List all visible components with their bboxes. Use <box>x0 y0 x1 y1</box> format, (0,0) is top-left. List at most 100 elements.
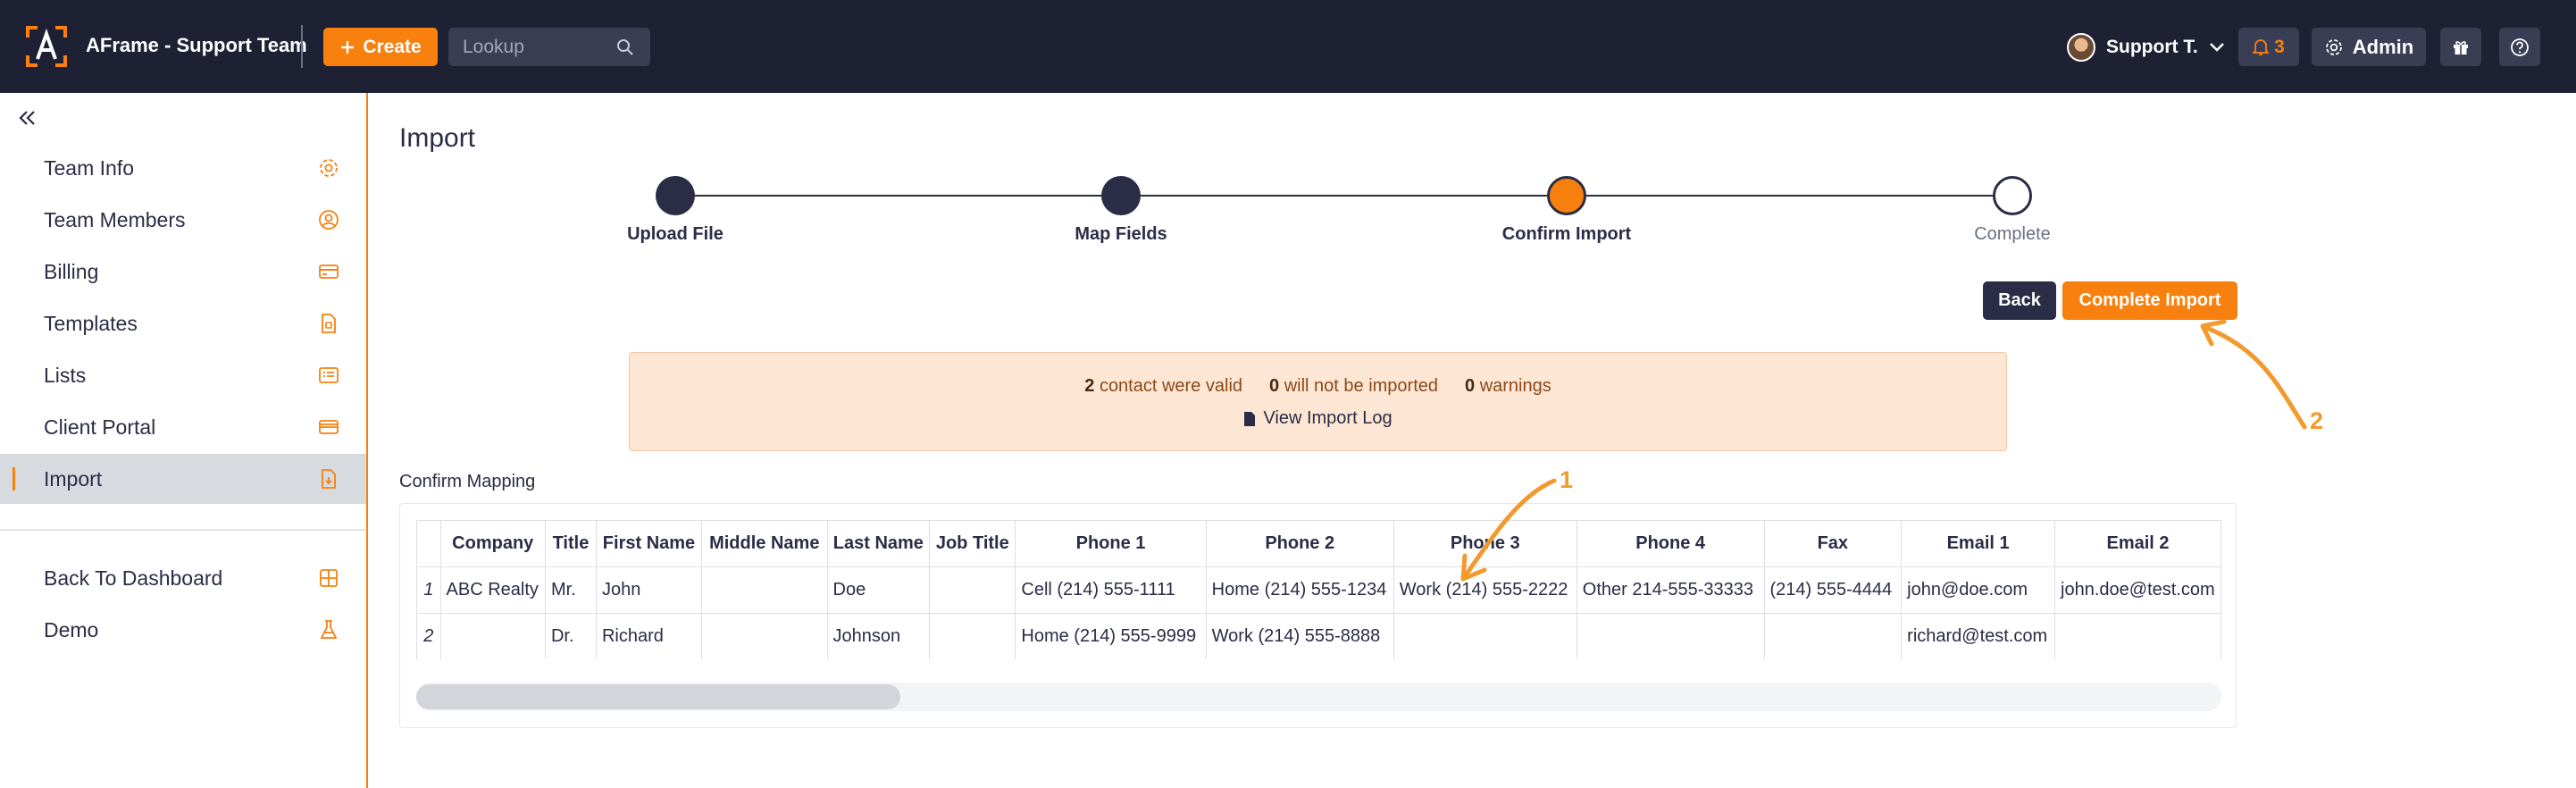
sidebar-item-billing[interactable]: Billing <box>0 247 366 297</box>
table-cell: john.doe@test.com <box>2054 566 2221 614</box>
table-cell: Home (214) 555-9999 <box>1015 613 1207 659</box>
gift-button[interactable] <box>2440 28 2481 66</box>
table-cell <box>1576 613 1765 659</box>
lookup-box[interactable] <box>448 28 650 66</box>
horizontal-scrollbar[interactable] <box>416 683 2221 711</box>
create-button[interactable]: Create <box>323 28 438 66</box>
notifications-button[interactable]: 3 <box>2238 28 2299 66</box>
search-icon[interactable] <box>616 38 634 56</box>
column-header: Company <box>439 520 546 567</box>
column-header: Email 2 <box>2054 520 2221 567</box>
list-icon <box>319 367 339 383</box>
user-menu[interactable]: Support T. <box>2067 32 2225 63</box>
sidebar-item-label: Client Portal <box>44 415 156 439</box>
sidebar-divider <box>0 529 366 531</box>
chevron-down-icon <box>2209 43 2224 52</box>
flask-icon <box>320 620 338 639</box>
file-icon <box>1244 411 1256 426</box>
step-label-confirm-import: Confirm Import <box>1501 224 1632 244</box>
gear-icon <box>2325 38 2342 55</box>
sidebar-item-import[interactable]: Import <box>0 454 366 504</box>
column-header: First Name <box>595 520 703 567</box>
notification-count: 3 <box>2274 36 2285 57</box>
table-cell <box>701 613 828 659</box>
stepper-line <box>675 195 2013 197</box>
table-cell: Other 214-555-33333 <box>1576 566 1765 614</box>
table-cell <box>1393 613 1577 659</box>
annotation-arrowhead-2 <box>2200 319 2227 347</box>
sidebar-item-label: Templates <box>44 311 138 335</box>
scrollbar-thumb[interactable] <box>416 684 900 709</box>
sidebar-item-label: Demo <box>44 617 99 641</box>
avatar <box>2067 33 2095 62</box>
confirm-mapping-label: Confirm Mapping <box>399 472 536 491</box>
file-template-icon <box>322 314 336 333</box>
sidebar-item-label: Team Members <box>44 207 186 231</box>
plus-icon <box>341 40 355 54</box>
table-cell <box>701 566 828 614</box>
table-cell: Mr. <box>544 566 597 614</box>
table-cell: John <box>595 566 703 614</box>
table-cell: Work (214) 555-2222 <box>1393 566 1577 614</box>
table-cell <box>929 613 1016 659</box>
view-import-log-link[interactable]: View Import Log <box>630 408 2006 429</box>
user-circle-icon <box>319 210 339 230</box>
step-confirm-import-dot <box>1547 176 1586 215</box>
table-cell: Home (214) 555-1234 <box>1205 566 1394 614</box>
table-row: 2 Dr. Richard Johnson Home (214) 555-999… <box>416 613 2221 659</box>
table-cell <box>929 566 1016 614</box>
sidebar-item-demo[interactable]: Demo <box>0 605 366 655</box>
sidebar-item-label: Team Info <box>44 155 134 180</box>
sidebar-item-label: Back To Dashboard <box>44 566 223 590</box>
table-header-row: Company Title First Name Middle Name Las… <box>416 520 2221 567</box>
column-header: Phone 2 <box>1205 520 1394 567</box>
table-cell: richard@test.com <box>1901 613 2056 659</box>
step-label-map-fields: Map Fields <box>1075 224 1167 244</box>
column-header: Middle Name <box>701 520 828 567</box>
sidebar-item-team-members[interactable]: Team Members <box>0 195 366 245</box>
annotation-arrow-2 <box>2202 324 2307 430</box>
column-header: Email 1 <box>1901 520 2056 567</box>
sidebar-item-label: Import <box>44 466 103 490</box>
column-header: Job Title <box>929 520 1016 567</box>
top-bar: AFrame - Support Team Create Support T. … <box>0 0 2576 93</box>
mapping-table: Company Title First Name Middle Name Las… <box>416 520 2221 659</box>
sidebar-item-team-info[interactable]: Team Info <box>0 143 366 193</box>
column-header: Phone 4 <box>1576 520 1765 567</box>
mapping-table-scroll[interactable]: Company Title First Name Middle Name Las… <box>416 520 2221 659</box>
row-number: 1 <box>416 566 441 614</box>
lookup-input[interactable] <box>463 28 615 66</box>
view-import-log-label: View Import Log <box>1263 408 1393 428</box>
admin-button[interactable]: Admin <box>2312 28 2426 66</box>
complete-import-button[interactable]: Complete Import <box>2062 281 2237 320</box>
step-complete-dot <box>1993 176 2032 215</box>
column-header: Title <box>544 520 597 567</box>
sidebar-item-back-to-dashboard[interactable]: Back To Dashboard <box>0 553 366 603</box>
sidebar-item-label: Billing <box>44 259 99 283</box>
step-map-fields-dot <box>1101 176 1141 215</box>
gift-icon <box>2454 40 2468 54</box>
table-cell: john@doe.com <box>1901 566 2056 614</box>
sidebar-item-client-portal[interactable]: Client Portal <box>0 402 366 452</box>
column-header: Phone 3 <box>1393 520 1577 567</box>
collapse-sidebar-icon[interactable] <box>18 109 38 127</box>
user-name: Support T. <box>2106 37 2198 57</box>
step-upload-file-dot <box>656 176 695 215</box>
sidebar-item-label: Lists <box>44 363 87 387</box>
sidebar-item-lists[interactable]: Lists <box>0 350 366 400</box>
table-cell: (214) 555-4444 <box>1763 566 1903 614</box>
help-button[interactable] <box>2499 28 2540 66</box>
admin-label: Admin <box>2352 35 2414 58</box>
table-cell <box>1763 613 1903 659</box>
table-row: 1 ABC Realty Mr. John Doe Cell (214) 555… <box>416 566 2221 614</box>
bell-icon <box>2253 38 2270 55</box>
summary-warnings: 0 warnings <box>1465 376 1551 396</box>
back-button[interactable]: Back <box>1983 281 2056 320</box>
aframe-logo-icon[interactable] <box>25 25 68 68</box>
table-cell <box>439 613 546 659</box>
sidebar-item-templates[interactable]: Templates <box>0 298 366 348</box>
column-header <box>416 520 441 567</box>
table-cell: ABC Realty <box>439 566 546 614</box>
annotation-label-1: 1 <box>1560 466 1574 493</box>
column-header: Phone 1 <box>1015 520 1207 567</box>
